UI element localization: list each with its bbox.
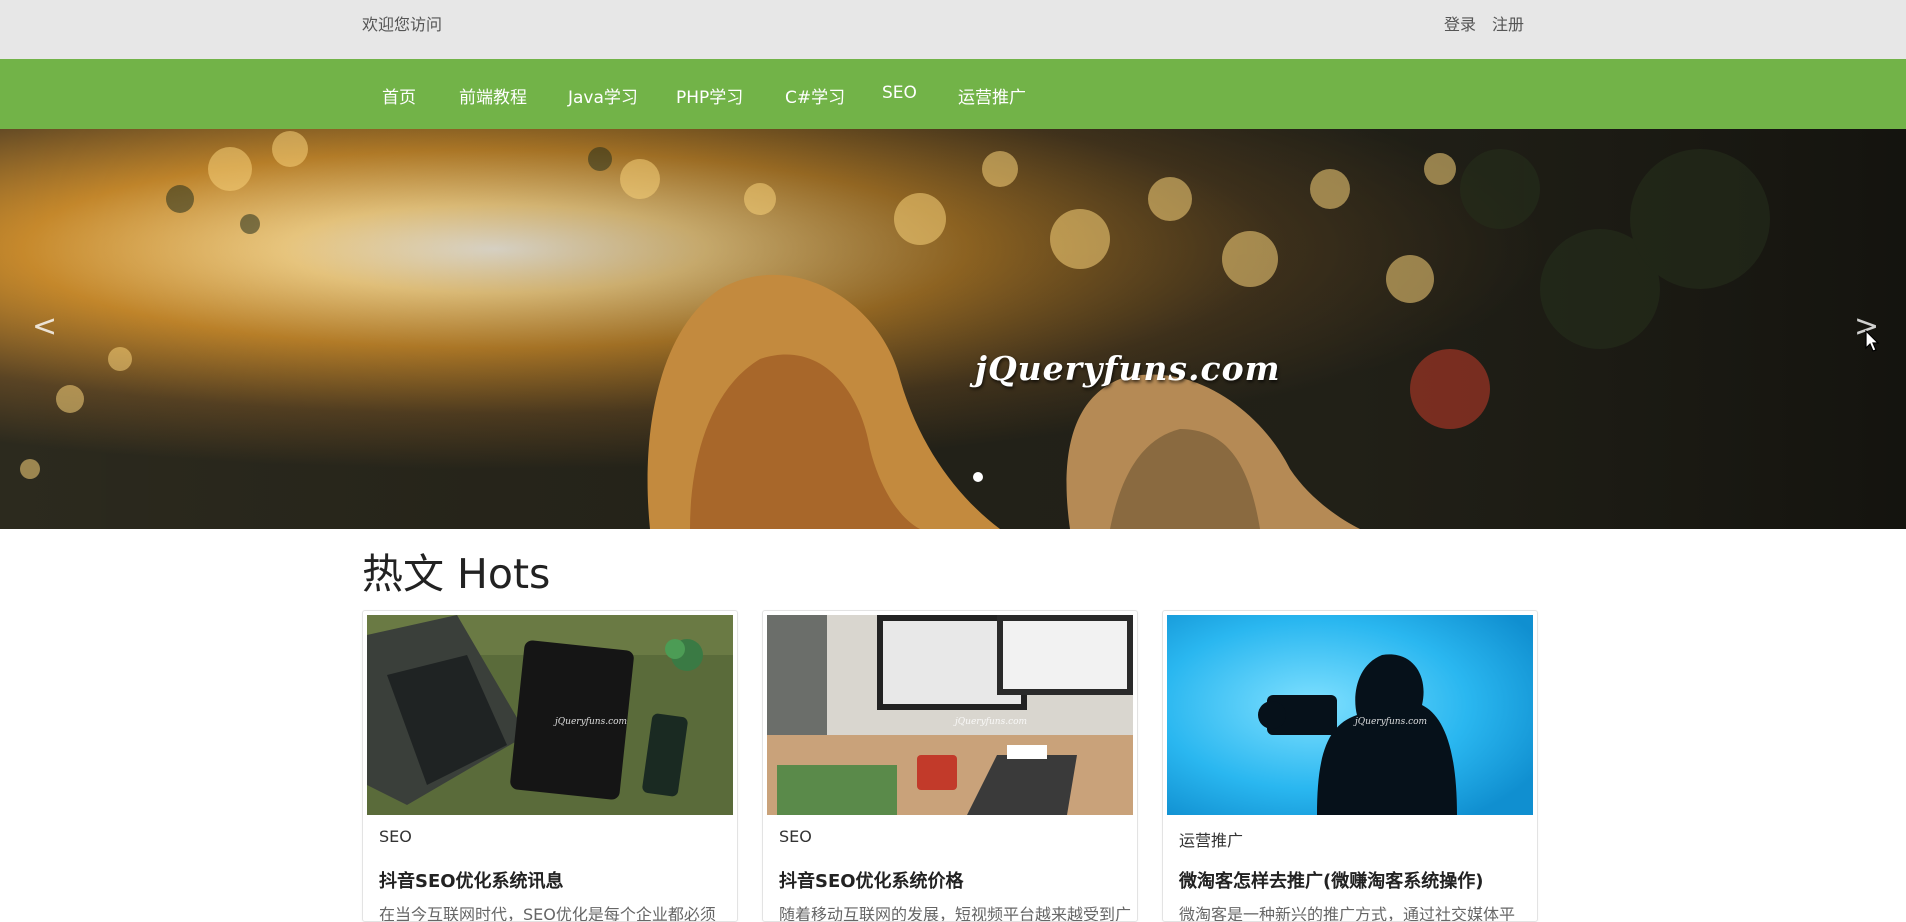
article-thumbnail[interactable]: jQueryfuns.com	[367, 615, 733, 815]
login-link[interactable]: 登录	[1444, 11, 1476, 35]
main-nav: 首页 前端教程 Java学习 PHP学习 C#学习 SEO 运营推广	[0, 59, 1906, 129]
article-card[interactable]: jQueryfuns.com 运营推广 微淘客怎样去推广(微赚淘客系统操作) 微…	[1162, 610, 1538, 922]
mouse-cursor-icon	[1865, 330, 1879, 352]
welcome-text: 欢迎您访问	[362, 15, 443, 34]
thumbnail-watermark: jQueryfuns.com	[955, 717, 1028, 727]
article-excerpt: 随着移动互联网的发展，短视频平台越来越受到广	[779, 905, 1132, 922]
laptop-tablet-image	[367, 615, 733, 815]
nav-item-csharp[interactable]: C#学习	[785, 83, 845, 108]
thumbnail-watermark: jQueryfuns.com	[1355, 717, 1428, 727]
nav-item-marketing[interactable]: 运营推广	[958, 83, 1026, 108]
article-thumbnail[interactable]: jQueryfuns.com	[767, 615, 1133, 815]
article-excerpt: 在当今互联网时代，SEO优化是每个企业都必须	[379, 905, 716, 922]
article-category[interactable]: 运营推广	[1179, 827, 1243, 851]
hero-watermark: jQueryfuns.com	[975, 349, 1281, 388]
article-title[interactable]: 抖音SEO优化系统讯息	[379, 867, 564, 893]
carousel-prev-button[interactable]: <	[32, 309, 57, 344]
hero-image	[0, 129, 1906, 529]
nav-item-seo[interactable]: SEO	[882, 83, 917, 103]
article-title[interactable]: 抖音SEO优化系统价格	[779, 867, 964, 893]
nav-item-php[interactable]: PHP学习	[676, 83, 743, 108]
nav-item-home[interactable]: 首页	[382, 83, 416, 108]
article-category[interactable]: SEO	[379, 827, 412, 846]
article-card[interactable]: jQueryfuns.com SEO 抖音SEO优化系统价格 随着移动互联网的发…	[762, 610, 1138, 922]
photographer-image	[1167, 615, 1533, 815]
article-category[interactable]: SEO	[779, 827, 812, 846]
nav-item-frontend[interactable]: 前端教程	[459, 83, 527, 108]
carousel-indicator-dot[interactable]	[973, 472, 983, 482]
top-bar: 欢迎您访问 登录 注册	[0, 0, 1906, 59]
thumbnail-watermark: jQueryfuns.com	[555, 717, 628, 727]
register-link[interactable]: 注册	[1492, 11, 1524, 35]
nav-item-java[interactable]: Java学习	[568, 83, 638, 108]
desk-monitors-image	[767, 615, 1133, 815]
hots-section-title: 热文 Hots	[362, 550, 551, 598]
hero-carousel[interactable]: jQueryfuns.com < >	[0, 129, 1906, 529]
article-excerpt: 微淘客是一种新兴的推广方式，通过社交媒体平	[1179, 905, 1516, 922]
article-title[interactable]: 微淘客怎样去推广(微赚淘客系统操作)	[1179, 867, 1483, 893]
article-thumbnail[interactable]: jQueryfuns.com	[1167, 615, 1533, 815]
article-card[interactable]: jQueryfuns.com SEO 抖音SEO优化系统讯息 在当今互联网时代，…	[362, 610, 738, 922]
